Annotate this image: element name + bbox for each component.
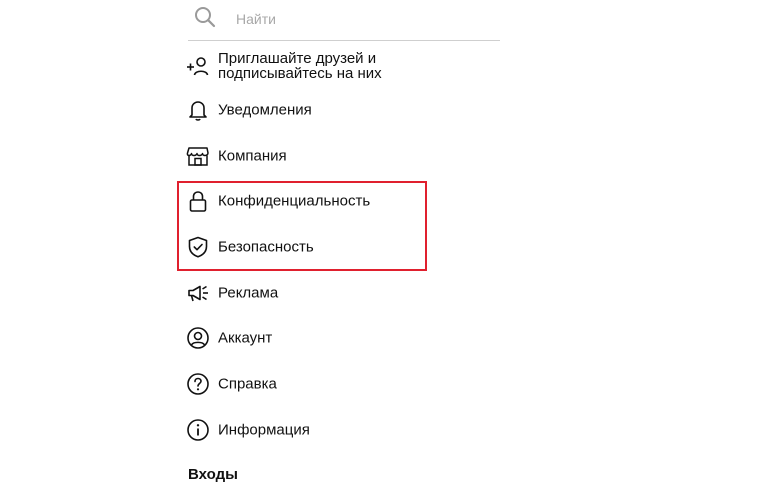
storefront-icon <box>186 144 210 168</box>
menu-item-label: Конфиденциальность <box>218 192 371 210</box>
shield-check-icon <box>186 235 210 259</box>
menu-item-notifications[interactable]: Уведомления <box>186 93 486 127</box>
menu-item-help[interactable]: Справка <box>186 367 486 401</box>
menu-item-label: Компания <box>218 147 287 165</box>
menu-item-label: Аккаунт <box>218 329 273 347</box>
bell-icon <box>186 98 210 122</box>
menu-item-ads[interactable]: Реклама <box>186 276 486 310</box>
search-input[interactable] <box>236 6 486 32</box>
menu-item-label: Информация <box>218 421 310 439</box>
menu-item-label: Уведомления <box>218 101 312 119</box>
menu-item-label: Безопасность <box>218 238 314 256</box>
search-bar[interactable] <box>188 0 500 41</box>
lock-icon <box>186 189 210 213</box>
menu-item-label: Реклама <box>218 284 279 302</box>
add-person-icon <box>186 54 210 78</box>
menu-item-security[interactable]: Безопасность <box>186 230 486 264</box>
menu-item-label: Справка <box>218 375 277 393</box>
menu-item-label: Приглашайте друзей и подписывайтесь на н… <box>218 50 382 82</box>
info-circle-icon <box>186 418 210 442</box>
menu-item-account[interactable]: Аккаунт <box>186 321 486 355</box>
menu-item-invite-friends[interactable]: Приглашайте друзей и подписывайтесь на н… <box>186 46 486 86</box>
menu-item-about[interactable]: Информация <box>186 413 486 447</box>
help-circle-icon <box>186 372 210 396</box>
account-circle-icon <box>186 326 210 350</box>
logins-section-title: Входы <box>188 466 238 483</box>
megaphone-icon <box>186 281 210 305</box>
menu-item-privacy[interactable]: Конфиденциальность <box>186 184 486 218</box>
search-icon <box>194 6 216 28</box>
menu-item-business[interactable]: Компания <box>186 139 486 173</box>
